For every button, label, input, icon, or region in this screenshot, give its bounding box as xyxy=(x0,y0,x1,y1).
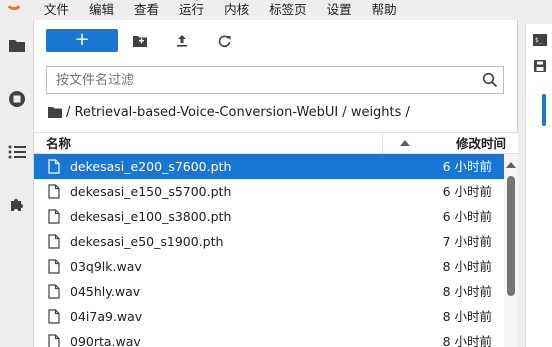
menu-view[interactable]: 查看 xyxy=(124,0,169,20)
file-list: dekesasi_e200_s7600.pth 6 小时前 dekesasi_e15… xyxy=(34,154,504,347)
left-sidebar xyxy=(0,20,34,347)
upload-icon[interactable] xyxy=(168,29,196,53)
column-divider xyxy=(382,133,383,154)
breadcrumb: / Retrieval-based-Voice-Conversion-WebUI… xyxy=(48,102,410,122)
breadcrumb-path[interactable]: / Retrieval-based-Voice-Conversion-WebUI… xyxy=(66,105,410,120)
file-icon xyxy=(48,309,60,324)
file-row[interactable]: 03q9lk.wav 8 小时前 xyxy=(34,254,504,279)
file-modified: 6 小时前 xyxy=(442,159,492,174)
file-modified: 8 小时前 xyxy=(442,309,492,324)
menu-bar: 文件 编辑 查看 运行 内核 标签页 设置 帮助 xyxy=(0,0,552,20)
scrollbar-thumb[interactable] xyxy=(507,176,515,296)
file-row[interactable]: 090rta.wav 8 小时前 xyxy=(34,329,504,347)
file-icon xyxy=(48,259,60,274)
column-name-header[interactable]: 名称 xyxy=(46,133,71,154)
right-sidebar: $_ xyxy=(518,20,552,347)
file-name: 090rta.wav xyxy=(70,334,141,347)
scroll-up-icon[interactable] xyxy=(506,162,516,168)
file-modified: 8 小时前 xyxy=(442,284,492,299)
search-icon xyxy=(482,72,498,88)
file-name: dekesasi_e200_s7600.pth xyxy=(70,159,232,174)
menu-file[interactable]: 文件 xyxy=(34,0,79,20)
file-name: 04i7a9.wav xyxy=(70,309,143,324)
file-modified: 6 小时前 xyxy=(442,209,492,224)
filter-input[interactable] xyxy=(47,67,477,93)
file-list-header: 名称 修改时间 xyxy=(34,132,518,154)
file-list-scrollbar[interactable] xyxy=(504,154,518,347)
menu-edit[interactable]: 编辑 xyxy=(79,0,124,20)
filter-box xyxy=(46,66,504,94)
file-modified: 6 小时前 xyxy=(442,184,492,199)
file-modified: 8 小时前 xyxy=(442,259,492,274)
menu-kernel[interactable]: 内核 xyxy=(214,0,259,20)
file-row[interactable]: dekesasi_e50_s1900.pth 7 小时前 xyxy=(34,229,504,254)
file-modified: 7 小时前 xyxy=(442,234,492,249)
terminal-icon[interactable]: $_ xyxy=(530,30,550,50)
file-modified: 8 小时前 xyxy=(442,334,492,347)
menu-tabs[interactable]: 标签页 xyxy=(259,0,317,20)
file-icon xyxy=(48,284,60,299)
menu-settings[interactable]: 设置 xyxy=(317,0,362,20)
file-icon xyxy=(48,334,60,347)
new-launcher-button[interactable]: + xyxy=(46,29,118,52)
file-browser-toolbar: + xyxy=(34,20,518,62)
save-icon[interactable] xyxy=(530,56,550,76)
file-icon xyxy=(48,159,60,174)
file-name: 03q9lk.wav xyxy=(70,259,142,274)
new-folder-icon[interactable] xyxy=(126,29,154,53)
home-folder-icon[interactable] xyxy=(48,106,62,118)
file-row[interactable]: dekesasi_e100_s3800.pth 6 小时前 xyxy=(34,204,504,229)
menu-run[interactable]: 运行 xyxy=(169,0,214,20)
file-name: 045hly.wav xyxy=(70,284,141,299)
running-kernels-icon[interactable] xyxy=(0,82,34,116)
extension-puzzle-icon[interactable] xyxy=(0,188,34,222)
menu-help[interactable]: 帮助 xyxy=(362,0,407,20)
property-inspector-indicator xyxy=(542,94,546,126)
file-icon xyxy=(48,184,60,199)
table-of-contents-icon[interactable] xyxy=(0,135,34,169)
folder-icon[interactable] xyxy=(0,28,34,62)
sort-ascending-icon[interactable] xyxy=(400,140,410,146)
file-browser-panel: + / Retrieval-based-Voice-Conversion-Web… xyxy=(34,20,518,347)
file-name: dekesasi_e50_s1900.pth xyxy=(70,234,224,249)
file-row[interactable]: dekesasi_e150_s5700.pth 6 小时前 xyxy=(34,179,504,204)
file-row[interactable]: 045hly.wav 8 小时前 xyxy=(34,279,504,304)
file-row[interactable]: dekesasi_e200_s7600.pth 6 小时前 xyxy=(34,154,504,179)
svg-text:$_: $_ xyxy=(535,37,543,44)
refresh-icon[interactable] xyxy=(210,29,238,53)
file-name: dekesasi_e150_s5700.pth xyxy=(70,184,232,199)
file-icon xyxy=(48,209,60,224)
file-name: dekesasi_e100_s3800.pth xyxy=(70,209,232,224)
jupyter-logo-icon xyxy=(0,0,34,20)
file-row[interactable]: 04i7a9.wav 8 小时前 xyxy=(34,304,504,329)
column-modified-header[interactable]: 修改时间 xyxy=(456,133,506,154)
file-icon xyxy=(48,234,60,249)
